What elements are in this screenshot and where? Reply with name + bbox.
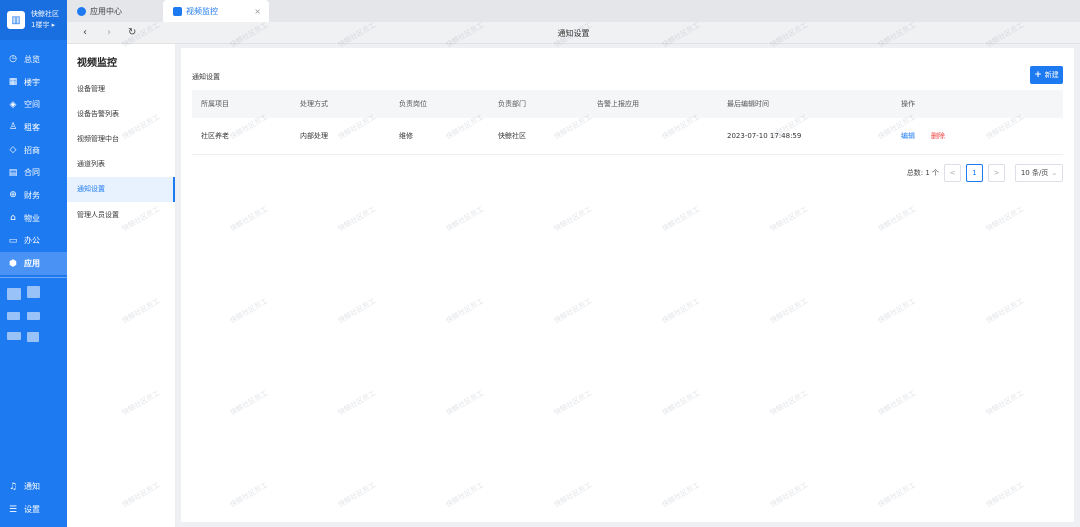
submenu-item-device-management[interactable]: 设备管理: [67, 76, 175, 101]
brand-building: 1楼宇 ▸: [31, 21, 56, 29]
nav-item-apps[interactable]: ⬢ 应用: [0, 252, 67, 275]
cell-actions: 编辑 删除: [901, 118, 945, 154]
column-header: 处理方式: [300, 100, 328, 108]
tab-label: 视频监控: [186, 6, 218, 16]
address-bar: 通知设置 ‹ › ↻: [67, 22, 1080, 44]
main-sidebar: ▥ 快鲸社区 1楼宇 ▸ ◷ 总览 ▦ 楼宇 ◈ 空间 ♙ 租客 ◇ 招商 ▤ 合同 ⊕ 财务…: [0, 0, 67, 527]
nav-item-tenant[interactable]: ♙ 租客: [0, 116, 67, 139]
back-icon[interactable]: ‹: [83, 27, 87, 39]
close-icon[interactable]: ×: [254, 7, 261, 16]
home-icon: ⌂: [10, 213, 16, 224]
bell-icon: ♫: [8, 481, 18, 492]
app-center-icon: [77, 6, 86, 16]
nav-item-building[interactable]: ▦ 楼宇: [0, 71, 67, 94]
column-header: 告警上报应用: [597, 100, 639, 108]
building-logo-icon: ▥: [7, 11, 25, 29]
nav-item-notifications[interactable]: ♫ 通知: [0, 476, 67, 499]
nav-item-space[interactable]: ◈ 空间: [0, 93, 67, 116]
column-header: 最后编辑时间: [727, 100, 769, 108]
nav-item-contract[interactable]: ▤ 合同: [0, 161, 67, 184]
new-button[interactable]: + 新建: [1030, 66, 1063, 84]
tab-app-center[interactable]: 应用中心: [67, 0, 163, 22]
cell-position: 维修: [399, 132, 413, 140]
forward-icon[interactable]: ›: [107, 27, 111, 39]
apps-icon: ⬢: [9, 258, 17, 269]
tab-bar: 应用中心 视频监控 ×: [67, 0, 1080, 22]
nav-item-leasing[interactable]: ◇ 招商: [0, 139, 67, 162]
nav-item-overview[interactable]: ◷ 总览: [0, 48, 67, 71]
page-1-button[interactable]: 1: [966, 164, 983, 182]
person-icon: ♙: [8, 122, 18, 133]
brand-switcher[interactable]: ▥ 快鲸社区 1楼宇 ▸: [0, 0, 67, 40]
nav-divider: [0, 277, 67, 278]
cell-last-edit-time: 2023-07-10 17:48:59: [727, 132, 802, 140]
nav-label: 物业: [24, 213, 40, 223]
nav-label: 合同: [24, 168, 40, 178]
submenu-item-video-platform[interactable]: 视频管理中台: [67, 126, 175, 151]
content-card: 通知设置 + 新建 所属项目 处理方式 负责岗位 负责部门 告警上报应用 最后编…: [181, 48, 1074, 522]
nav-label: 租客: [24, 122, 40, 132]
tab-label: 应用中心: [90, 6, 122, 16]
notification-table: 所属项目 处理方式 负责岗位 负责部门 告警上报应用 最后编辑时间 操作 社区养…: [192, 90, 1063, 155]
brand-name: 快鲸社区: [31, 10, 59, 18]
card-title: 通知设置: [192, 73, 220, 81]
nav-label: 空间: [24, 100, 40, 110]
submenu-item-manager-settings[interactable]: 管理人员设置: [67, 202, 175, 227]
main-nav: ◷ 总览 ▦ 楼宇 ◈ 空间 ♙ 租客 ◇ 招商 ▤ 合同 ⊕ 财务 ⌂ 物业 ▭ 办公 ⬢ 应用: [0, 48, 67, 275]
chevron-down-icon: ⌄: [1051, 169, 1058, 177]
table-header: 所属项目 处理方式 负责岗位 负责部门 告警上报应用 最后编辑时间 操作: [192, 90, 1063, 118]
submenu-item-alarm-list[interactable]: 设备告警列表: [67, 101, 175, 126]
tag-icon: ◇: [9, 145, 17, 156]
submenu-title: 视频监控: [77, 58, 117, 69]
nav-label: 应用: [24, 259, 40, 269]
table-row: 社区养老 内部处理 维修 快鲸社区 2023-07-10 17:48:59 编辑…: [192, 118, 1063, 155]
page-title: 通知设置: [557, 29, 590, 38]
plus-icon: +: [1034, 70, 1042, 80]
column-header: 负责岗位: [399, 100, 427, 108]
bottom-nav: ♫ 通知 ☰ 设置: [0, 476, 67, 521]
nav-item-settings[interactable]: ☰ 设置: [0, 498, 67, 521]
document-icon: ▤: [8, 167, 18, 178]
delete-link[interactable]: 删除: [931, 131, 945, 141]
total-count: 总数: 1 个: [906, 169, 939, 177]
secondary-menu: 视频监控 设备管理 设备告警列表 视频管理中台 通道列表 通知设置 管理人员设置: [67, 44, 176, 527]
pagination: 总数: 1 个 < 1 > 10 条/页 ⌄: [907, 164, 1063, 182]
monitor-icon: ▭: [8, 235, 18, 246]
nav-label: 总览: [24, 54, 40, 64]
finance-icon: ⊕: [9, 190, 17, 201]
refresh-icon[interactable]: ↻: [128, 27, 136, 39]
page-size-value: 10 条/页: [1020, 169, 1049, 177]
submenu-item-channel-list[interactable]: 通道列表: [67, 152, 175, 177]
nav-label: 招商: [24, 145, 40, 155]
column-header: 所属项目: [201, 100, 229, 108]
cell-project: 社区养老: [201, 132, 229, 140]
edit-link[interactable]: 编辑: [901, 131, 915, 141]
cube-icon: ◈: [9, 99, 17, 110]
nav-item-office[interactable]: ▭ 办公: [0, 230, 67, 253]
nav-item-finance[interactable]: ⊕ 财务: [0, 184, 67, 207]
page-size-select[interactable]: 10 条/页 ⌄: [1015, 164, 1063, 182]
submenu-item-notification-settings[interactable]: 通知设置: [67, 176, 175, 202]
column-header: 负责部门: [498, 100, 526, 108]
column-header: 操作: [901, 100, 915, 108]
next-page-button[interactable]: >: [988, 164, 1005, 182]
new-button-label: 新建: [1044, 71, 1059, 79]
menu-icon: ☰: [8, 504, 18, 515]
nav-label: 设置: [24, 505, 40, 515]
video-icon: [173, 6, 182, 16]
nav-label: 楼宇: [24, 77, 40, 87]
nav-label: 财务: [24, 190, 40, 200]
cell-method: 内部处理: [300, 132, 328, 140]
nav-label: 办公: [24, 236, 40, 246]
tab-video-monitor[interactable]: 视频监控 ×: [163, 0, 269, 22]
prev-page-button[interactable]: <: [944, 164, 961, 182]
clock-icon: ◷: [9, 54, 17, 65]
nav-item-property[interactable]: ⌂ 物业: [0, 207, 67, 230]
nav-label: 通知: [24, 482, 40, 492]
cell-department: 快鲸社区: [498, 132, 526, 140]
building-icon: ▦: [8, 77, 18, 88]
